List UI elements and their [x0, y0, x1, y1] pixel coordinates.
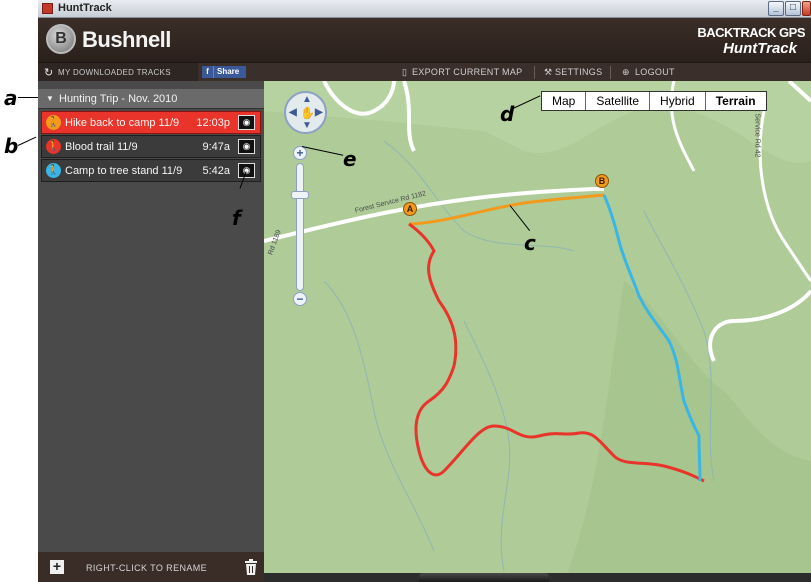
share-label: Share: [217, 67, 240, 76]
product-brand-line2: HuntTrack: [723, 40, 797, 57]
callout-d: d: [500, 102, 515, 126]
track-time: 12:03p: [196, 117, 230, 129]
settings-link[interactable]: SETTINGS: [555, 67, 602, 77]
hiker-icon: 🚶: [46, 115, 61, 130]
zoom-slider-thumb[interactable]: [291, 191, 309, 199]
window-titlebar: HuntTrack _ □: [38, 0, 811, 18]
pan-up-icon[interactable]: ▲: [302, 94, 312, 105]
sidebar-footer: + RIGHT-CLICK TO RENAME: [38, 552, 264, 582]
map-type-hybrid-button[interactable]: Hybrid: [650, 92, 706, 110]
toolbar: ↻ MY DOWNLOADED TRACKS f Share ▯ EXPORT C…: [38, 62, 811, 82]
trip-group-header[interactable]: ▼ Hunting Trip - Nov. 2010: [38, 89, 264, 109]
track-name: Hike back to camp 11/9: [65, 117, 180, 129]
track-time: 5:42a: [202, 165, 230, 177]
marker-a[interactable]: A: [403, 202, 417, 216]
add-track-button[interactable]: +: [50, 559, 64, 574]
tracks-sidebar: ▼ Hunting Trip - Nov. 2010 🚶 Hike back t…: [38, 81, 264, 582]
track-time: 9:47a: [202, 141, 230, 153]
menu-separator: [610, 66, 611, 79]
collapse-triangle-icon[interactable]: ▼: [46, 94, 54, 103]
creek: [463, 320, 511, 572]
close-button[interactable]: [802, 1, 811, 16]
pan-down-icon[interactable]: ▼: [302, 120, 312, 131]
forest-road: [264, 187, 604, 243]
track-row[interactable]: 🚶 Hike back to camp 11/9 12:03p ◉: [41, 111, 261, 134]
pan-control[interactable]: ▲ ▼ ◀ ▶ ✋: [284, 91, 327, 134]
maximize-button[interactable]: □: [785, 1, 801, 16]
map-type-map-button[interactable]: Map: [542, 92, 587, 110]
logout-icon: ⊕: [622, 67, 630, 77]
resize-grip[interactable]: [419, 573, 549, 582]
export-map-icon: ▯: [402, 67, 408, 77]
track-hike-back-to-camp: [408, 193, 605, 226]
trash-icon[interactable]: [244, 559, 258, 575]
app-icon: [42, 3, 53, 14]
callout-b-line: [17, 136, 37, 146]
logout-link[interactable]: LOGOUT: [635, 67, 675, 77]
map-type-selector: Map Satellite Hybrid Terrain: [541, 91, 767, 111]
forest-road: [708, 289, 811, 362]
menu-separator: [534, 66, 535, 79]
callout-a: a: [4, 86, 18, 110]
brand-logo-text: Bushnell: [82, 27, 171, 52]
facebook-icon: f: [202, 66, 214, 78]
track-name: Blood trail 11/9: [65, 141, 138, 153]
window-title: HuntTrack: [58, 2, 112, 14]
callout-e: e: [343, 147, 357, 171]
hiker-icon: 🚶: [46, 163, 61, 178]
bushnell-logo-icon: B: [46, 24, 76, 54]
pan-left-icon[interactable]: ◀: [289, 107, 297, 118]
trip-group-label: Hunting Trip - Nov. 2010: [59, 93, 178, 105]
pan-right-icon[interactable]: ▶: [315, 107, 323, 118]
callout-f: f: [232, 206, 241, 230]
refresh-icon: ↻: [44, 67, 54, 79]
track-list: 🚶 Hike back to camp 11/9 12:03p ◉ 🚶 Bloo…: [41, 111, 261, 183]
zoom-out-button[interactable]: −: [293, 292, 307, 306]
map-type-satellite-button[interactable]: Satellite: [586, 92, 651, 110]
visibility-eye-icon[interactable]: ◉: [238, 139, 255, 154]
map-type-terrain-button[interactable]: Terrain: [705, 92, 766, 110]
settings-wrench-icon: ⚒: [544, 67, 553, 77]
callout-c: c: [524, 231, 536, 255]
map-bottom-frame: [264, 573, 811, 582]
facebook-share-button[interactable]: f Share: [202, 66, 246, 78]
export-current-map-link[interactable]: EXPORT CURRENT MAP: [412, 67, 522, 77]
track-row[interactable]: 🚶 Blood trail 11/9 9:47a ◉: [41, 135, 261, 158]
product-brand-line1: BACKTRACK GPS: [697, 25, 805, 40]
app-window: HuntTrack _ □ B Bushnell BACKTRACK GPS H…: [0, 0, 811, 582]
track-row[interactable]: 🚶 Camp to tree stand 11/9 5:42a ◉: [41, 159, 261, 182]
tab-label: MY DOWNLOADED TRACKS: [58, 68, 171, 77]
track-name: Camp to tree stand 11/9: [65, 165, 183, 177]
visibility-eye-icon[interactable]: ◉: [238, 115, 255, 130]
tab-my-downloaded-tracks[interactable]: ↻ MY DOWNLOADED TRACKS: [38, 63, 198, 82]
marker-b[interactable]: B: [595, 174, 609, 188]
zoom-in-button[interactable]: +: [293, 146, 307, 160]
hand-icon: ✋: [300, 106, 315, 120]
app-header: B Bushnell BACKTRACK GPS HuntTrack: [38, 18, 811, 62]
terrain-valley: [564, 281, 811, 582]
minimize-button[interactable]: _: [768, 1, 784, 16]
zoom-slider-track[interactable]: [296, 163, 304, 291]
rename-hint: RIGHT-CLICK TO RENAME: [86, 563, 208, 573]
visibility-eye-icon[interactable]: ◉: [238, 163, 255, 178]
hiker-icon: 🚶: [46, 139, 61, 154]
callout-b: b: [4, 134, 19, 158]
callout-a-line: [18, 97, 38, 98]
